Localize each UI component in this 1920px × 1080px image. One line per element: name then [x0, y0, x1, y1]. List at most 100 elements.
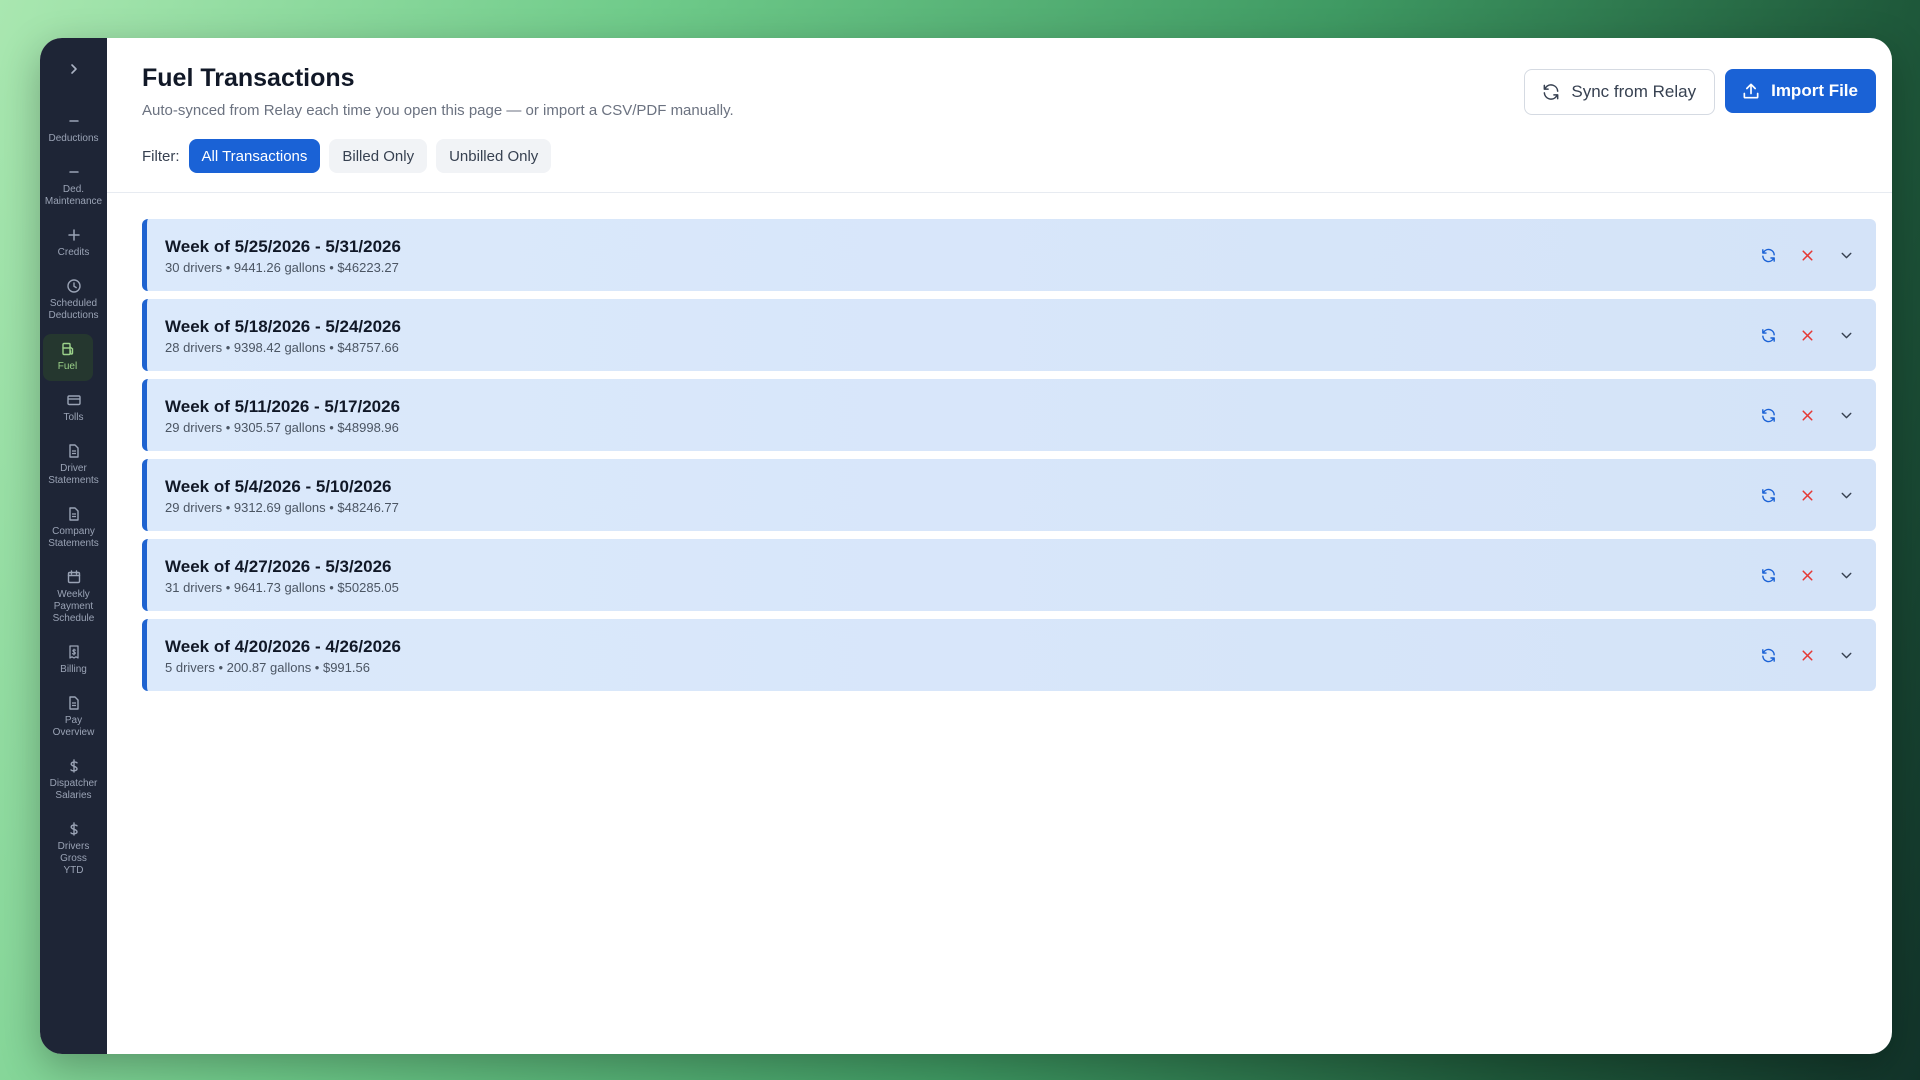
resync-week-button[interactable] [1754, 481, 1782, 509]
receipt-icon [65, 643, 83, 661]
filter-bar: Filter: All Transactions Billed Only Unbil… [142, 139, 1876, 173]
refresh-icon [1761, 328, 1775, 342]
delete-week-button[interactable] [1793, 241, 1821, 269]
week-info: Week of 4/20/2026 - 4/26/2026 5 drivers •… [165, 636, 1743, 675]
week-row[interactable]: Week of 5/11/2026 - 5/17/2026 29 drivers … [142, 379, 1876, 451]
week-row[interactable]: Week of 4/27/2026 - 5/3/2026 31 drivers •… [142, 539, 1876, 611]
resync-week-button[interactable] [1754, 561, 1782, 589]
close-icon [1801, 569, 1813, 581]
sidebar-item-label: Billing [60, 664, 87, 675]
week-actions [1743, 481, 1860, 509]
week-info: Week of 5/18/2026 - 5/24/2026 28 drivers … [165, 316, 1743, 355]
expand-sidebar-button[interactable] [56, 54, 92, 84]
chevron-down-icon [1841, 652, 1851, 658]
week-title: Week of 5/11/2026 - 5/17/2026 [165, 396, 401, 416]
week-row[interactable]: Week of 5/18/2026 - 5/24/2026 28 drivers … [142, 299, 1876, 371]
credit-card-icon [65, 391, 83, 409]
sidebar-item-scheduled-deductions[interactable]: Scheduled Deductions [43, 271, 105, 330]
week-title: Week of 5/25/2026 - 5/31/2026 [165, 236, 401, 256]
delete-week-button[interactable] [1793, 321, 1821, 349]
sidebar-item-label: Drivers Gross YTD [57, 841, 90, 876]
sidebar-item-credits[interactable]: Credits [43, 220, 105, 267]
week-row[interactable]: Week of 5/25/2026 - 5/31/2026 30 drivers … [142, 219, 1876, 291]
sidebar-item-label: Fuel [57, 361, 78, 372]
sidebar-item-ded-maintenance[interactable]: Ded. Maintenance [43, 157, 105, 216]
close-icon [1801, 329, 1813, 341]
refresh-icon [1761, 488, 1775, 502]
sidebar: Deductions Ded. Maintenance Credits Schedul… [40, 38, 107, 1054]
expand-week-button[interactable] [1832, 321, 1860, 349]
sync-button-label: Sync from Relay [1571, 82, 1697, 101]
filter-chips: All Transactions Billed Only Unbilled Only [188, 139, 561, 173]
delete-week-button[interactable] [1793, 641, 1821, 669]
sidebar-item-label: Scheduled Deductions [48, 298, 99, 321]
minus-icon [65, 163, 83, 181]
sidebar-item-deductions[interactable]: Deductions [43, 106, 105, 153]
sidebar-item-label: Driver Statements [48, 463, 99, 486]
sync-from-relay-button[interactable]: Sync from Relay [1524, 69, 1716, 115]
sidebar-item-dispatcher-salaries[interactable]: Dispatcher Salaries [43, 751, 105, 810]
resync-week-button[interactable] [1754, 641, 1782, 669]
filter-billed-only[interactable]: Billed Only [329, 139, 428, 173]
calendar-icon [65, 568, 83, 586]
week-list: Week of 5/25/2026 - 5/31/2026 30 drivers … [107, 193, 1892, 699]
week-info: Week of 5/25/2026 - 5/31/2026 30 drivers … [165, 236, 1743, 275]
sidebar-item-tolls[interactable]: Tolls [43, 385, 105, 432]
close-icon [1801, 249, 1813, 261]
week-row[interactable]: Week of 4/20/2026 - 4/26/2026 5 drivers •… [142, 619, 1876, 691]
delete-week-button[interactable] [1793, 481, 1821, 509]
sidebar-item-company-statements[interactable]: Company Statements [43, 499, 105, 558]
app-window: Deductions Ded. Maintenance Credits Schedul… [40, 38, 1892, 1054]
week-title: Week of 4/20/2026 - 4/26/2026 [165, 636, 401, 656]
chevron-down-icon [1841, 332, 1851, 338]
sidebar-item-label: Pay Overview [52, 715, 95, 738]
expand-week-button[interactable] [1832, 241, 1860, 269]
sidebar-item-label: Deductions [48, 133, 99, 144]
chevron-down-icon [1841, 252, 1851, 258]
week-actions [1743, 321, 1860, 349]
sidebar-item-pay-overview[interactable]: Pay Overview [43, 688, 105, 747]
chevron-down-icon [1841, 412, 1851, 418]
resync-week-button[interactable] [1754, 321, 1782, 349]
week-info: Week of 4/27/2026 - 5/3/2026 31 drivers •… [165, 556, 1743, 595]
chevron-right-icon [70, 64, 77, 74]
sidebar-item-billing[interactable]: Billing [43, 637, 105, 684]
page-header: Fuel Transactions Auto-synced from Relay… [107, 38, 1892, 193]
resync-week-button[interactable] [1754, 401, 1782, 429]
week-summary: 30 drivers • 9441.26 gallons • $46223.27 [165, 259, 399, 275]
header-actions: Sync from Relay Import File [1524, 69, 1876, 115]
filter-label: Filter: [142, 147, 180, 165]
filter-all-transactions[interactable]: All Transactions [188, 139, 321, 173]
week-info: Week of 5/11/2026 - 5/17/2026 29 drivers … [165, 396, 1743, 435]
sidebar-item-driver-statements[interactable]: Driver Statements [43, 436, 105, 495]
document-icon [65, 694, 83, 712]
expand-week-button[interactable] [1832, 561, 1860, 589]
refresh-icon [1761, 248, 1775, 262]
sidebar-item-drivers-gross-ytd[interactable]: Drivers Gross YTD [43, 814, 105, 885]
delete-week-button[interactable] [1793, 561, 1821, 589]
sidebar-item-label: Credits [57, 247, 90, 258]
refresh-icon [1543, 84, 1559, 100]
sidebar-item-weekly-payment-schedule[interactable]: Weekly Payment Schedule [43, 562, 105, 633]
week-row[interactable]: Week of 5/4/2026 - 5/10/2026 29 drivers •… [142, 459, 1876, 531]
document-icon [65, 505, 83, 523]
week-summary: 29 drivers • 9305.57 gallons • $48998.96 [165, 419, 399, 435]
filter-unbilled-only[interactable]: Unbilled Only [436, 139, 552, 173]
chevron-down-icon [1841, 492, 1851, 498]
expand-week-button[interactable] [1832, 641, 1860, 669]
sidebar-nav: Deductions Ded. Maintenance Credits Schedul… [42, 106, 105, 889]
sidebar-item-fuel[interactable]: Fuel [42, 334, 93, 381]
resync-week-button[interactable] [1754, 241, 1782, 269]
close-icon [1801, 489, 1813, 501]
week-summary: 28 drivers • 9398.42 gallons • $48757.66 [165, 339, 399, 355]
week-summary: 31 drivers • 9641.73 gallons • $50285.05 [165, 579, 399, 595]
dollar-icon [65, 820, 83, 838]
sidebar-item-label: Company Statements [48, 526, 99, 549]
sidebar-item-label: Dispatcher Salaries [49, 778, 98, 801]
import-button-label: Import File [1771, 81, 1858, 100]
delete-week-button[interactable] [1793, 401, 1821, 429]
refresh-icon [1761, 408, 1775, 422]
expand-week-button[interactable] [1832, 401, 1860, 429]
expand-week-button[interactable] [1832, 481, 1860, 509]
import-file-button[interactable]: Import File [1725, 69, 1876, 113]
